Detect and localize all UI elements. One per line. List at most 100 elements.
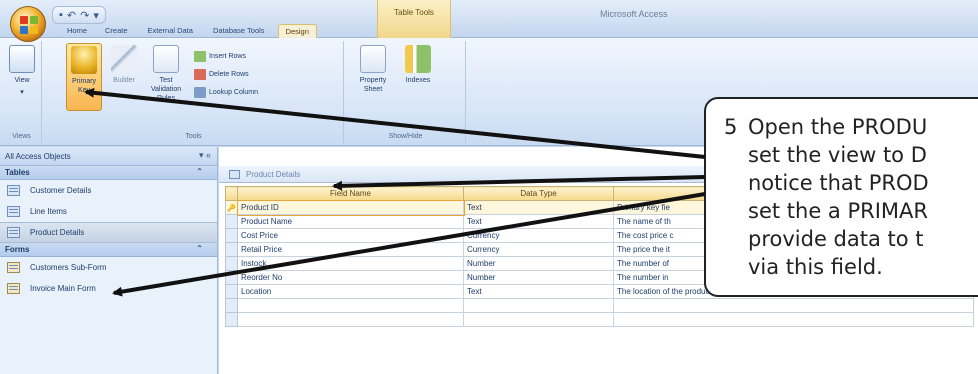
- delete-rows-label: Delete Rows: [209, 70, 249, 78]
- nav-group-tables[interactable]: Tables ⌃: [0, 166, 217, 180]
- data-type-cell[interactable]: Number: [463, 256, 614, 271]
- title-bar: ▪ ↶ ↷ ▾ Table Tools Microsoft Access Hom…: [0, 0, 978, 42]
- nav-item-customer-details[interactable]: Customer Details: [0, 180, 217, 201]
- context-tab-group: Table Tools: [377, 0, 451, 38]
- field-name-cell[interactable]: Reorder No: [237, 270, 464, 285]
- step-number: 5: [724, 115, 738, 139]
- ribbon-tabs: Home Create External Data Database Tools…: [58, 24, 317, 38]
- nav-item-invoice-main-form[interactable]: Invoice Main Form: [0, 278, 217, 299]
- row-selector[interactable]: [225, 298, 238, 313]
- views-group-label: Views: [12, 133, 31, 140]
- property-sheet-button[interactable]: Property Sheet: [352, 43, 394, 111]
- empty-cell[interactable]: [237, 312, 464, 327]
- instruction-callout: 5 Open the PRODU set the view to D notice…: [704, 97, 978, 297]
- empty-cell[interactable]: [463, 298, 614, 313]
- table-icon: [7, 227, 20, 238]
- row-selector[interactable]: [225, 284, 238, 299]
- data-type-cell[interactable]: Currency: [463, 228, 614, 243]
- collapse-icon[interactable]: ⌃: [196, 167, 203, 176]
- delete-rows-button[interactable]: Delete Rows: [194, 67, 249, 81]
- table-row-empty[interactable]: [225, 312, 974, 327]
- field-name-cell[interactable]: Retail Price: [237, 242, 464, 257]
- empty-cell[interactable]: [463, 312, 614, 327]
- callout-line-text: via this field.: [748, 255, 883, 279]
- nav-item-label: Product Details: [30, 228, 85, 237]
- data-type-cell[interactable]: Text: [463, 200, 614, 215]
- lookup-column-label: Lookup Column: [209, 88, 259, 96]
- empty-cell[interactable]: [613, 312, 974, 327]
- callout-line: set the a PRIMAR: [724, 197, 978, 225]
- nav-pane-menu-icon[interactable]: ▾ «: [199, 150, 211, 161]
- form-icon: [7, 262, 20, 273]
- tab-external-data[interactable]: External Data: [141, 24, 200, 38]
- test-validation-label: Test Validation Rules: [150, 77, 182, 102]
- data-type-cell[interactable]: Number: [463, 270, 614, 285]
- nav-item-product-details[interactable]: Product Details: [0, 222, 217, 243]
- tools-group-label: Tools: [185, 133, 202, 140]
- field-name-cell[interactable]: Product Name: [237, 214, 464, 229]
- row-selector[interactable]: [225, 256, 238, 271]
- field-name-cell[interactable]: Cost Price: [237, 228, 464, 243]
- callout-line: 5 Open the PRODU: [724, 113, 978, 141]
- row-selector[interactable]: [225, 312, 238, 327]
- table-icon: [229, 169, 240, 179]
- nav-item-line-items[interactable]: Line Items: [0, 201, 217, 222]
- nav-pane-title: All Access Objects: [5, 151, 71, 161]
- view-dropdown-icon: ▾: [20, 89, 24, 96]
- callout-line-text: Open the PRODU: [748, 115, 928, 139]
- column-header-data-type: Data Type: [463, 186, 614, 201]
- callout-line-text: notice that PROD: [748, 171, 929, 195]
- test-validation-button[interactable]: Test Validation Rules: [144, 43, 188, 111]
- document-tab-label: Product Details: [246, 169, 301, 179]
- indexes-button[interactable]: Indexes: [400, 43, 436, 111]
- nav-group-label: Forms: [5, 245, 30, 254]
- customize-icon[interactable]: ▾: [93, 9, 99, 22]
- callout-line: via this field.: [724, 253, 978, 281]
- validation-check-icon: [153, 45, 179, 73]
- collapse-icon[interactable]: ⌃: [196, 244, 203, 253]
- data-type-cell[interactable]: Text: [463, 284, 614, 299]
- insert-rows-label: Insert Rows: [209, 52, 246, 60]
- row-selector[interactable]: [225, 270, 238, 285]
- nav-pane-header[interactable]: All Access Objects ▾ «: [0, 147, 217, 166]
- row-selector[interactable]: [225, 214, 238, 229]
- nav-group-forms[interactable]: Forms ⌃: [0, 243, 217, 257]
- quick-access-toolbar: ▪ ↶ ↷ ▾: [52, 6, 106, 24]
- row-selector[interactable]: [225, 228, 238, 243]
- primary-key-button[interactable]: Primary Key: [66, 43, 102, 111]
- tab-design[interactable]: Design: [277, 24, 317, 38]
- view-button[interactable]: View ▾: [4, 43, 40, 111]
- field-name-cell[interactable]: Product ID: [236, 199, 465, 216]
- builder-wand-icon: [111, 45, 137, 73]
- show-hide-group-label: Show/Hide: [388, 133, 423, 140]
- insert-rows-button[interactable]: Insert Rows: [194, 49, 246, 63]
- callout-line: notice that PROD: [724, 169, 978, 197]
- builder-label: Builder: [113, 77, 135, 84]
- redo-icon[interactable]: ↷: [80, 9, 89, 22]
- empty-cell[interactable]: [613, 298, 974, 313]
- nav-item-customers-sub-form[interactable]: Customers Sub-Form: [0, 257, 217, 278]
- office-button[interactable]: [10, 6, 46, 42]
- empty-cell[interactable]: [237, 298, 464, 313]
- tab-database-tools[interactable]: Database Tools: [206, 24, 272, 38]
- row-selector-header: [225, 186, 238, 201]
- callout-line-text: set the view to D: [748, 143, 927, 167]
- lookup-column-icon: [194, 86, 206, 98]
- field-name-cell[interactable]: Instock: [237, 256, 464, 271]
- tab-home[interactable]: Home: [60, 24, 94, 38]
- data-type-cell[interactable]: Currency: [463, 242, 614, 257]
- primary-key-label: Primary Key: [71, 78, 97, 94]
- document-tab-product-details[interactable]: Product Details: [225, 166, 355, 182]
- lookup-column-button[interactable]: Lookup Column: [194, 85, 258, 99]
- data-type-cell[interactable]: Text: [463, 214, 614, 229]
- undo-icon[interactable]: ↶: [67, 9, 76, 22]
- table-row-empty[interactable]: [225, 298, 974, 313]
- access-window: ▪ ↶ ↷ ▾ Table Tools Microsoft Access Hom…: [0, 0, 978, 374]
- tab-create[interactable]: Create: [98, 24, 135, 38]
- row-selector[interactable]: [225, 242, 238, 257]
- save-icon[interactable]: ▪: [59, 9, 63, 21]
- builder-button[interactable]: Builder: [106, 43, 142, 111]
- callout-line-text: provide data to t: [748, 227, 924, 251]
- table-icon: [7, 206, 20, 217]
- field-name-cell[interactable]: Location: [237, 284, 464, 299]
